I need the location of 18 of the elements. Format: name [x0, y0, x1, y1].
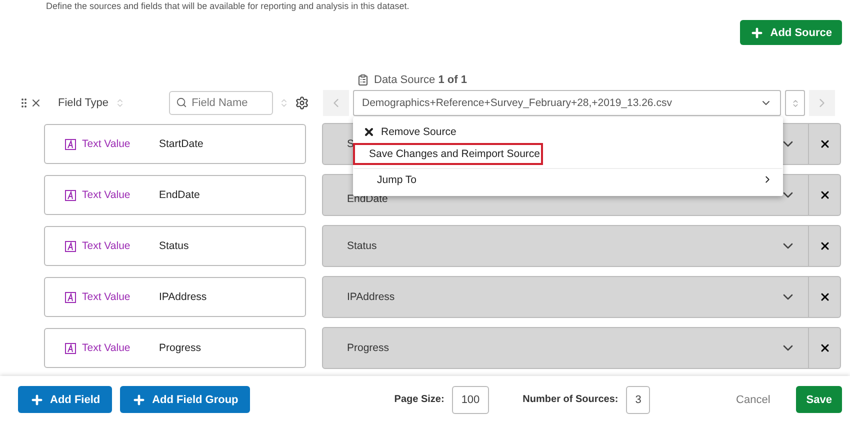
sources-label: Number of Sources:: [522, 394, 618, 405]
field-name: EndDate: [159, 189, 200, 201]
mapped-field-text: Progress: [347, 342, 390, 354]
field-name: IPAddress: [159, 291, 207, 303]
page-size-label: Page Size:: [394, 394, 444, 405]
field-type: Text Value: [65, 342, 143, 354]
field-type: Text Value: [65, 240, 143, 252]
field-type: Text Value: [65, 291, 143, 303]
field-name: Status: [159, 240, 189, 252]
field-type: Text Value: [65, 138, 143, 150]
field-name: StartDate: [159, 138, 204, 150]
field-type-label: Field Type: [58, 97, 109, 109]
field-name: Progress: [159, 342, 202, 354]
field-type: Text Value: [65, 189, 143, 201]
description-text: Define the sources and fields that will be available for reporting and analysis in this dataset.: [45, 1, 410, 11]
mapped-field-text: Status: [347, 240, 377, 252]
data-source-label: Data Source 1 of 1: [374, 74, 467, 86]
mapped-field-text: IPAddress: [347, 291, 395, 303]
